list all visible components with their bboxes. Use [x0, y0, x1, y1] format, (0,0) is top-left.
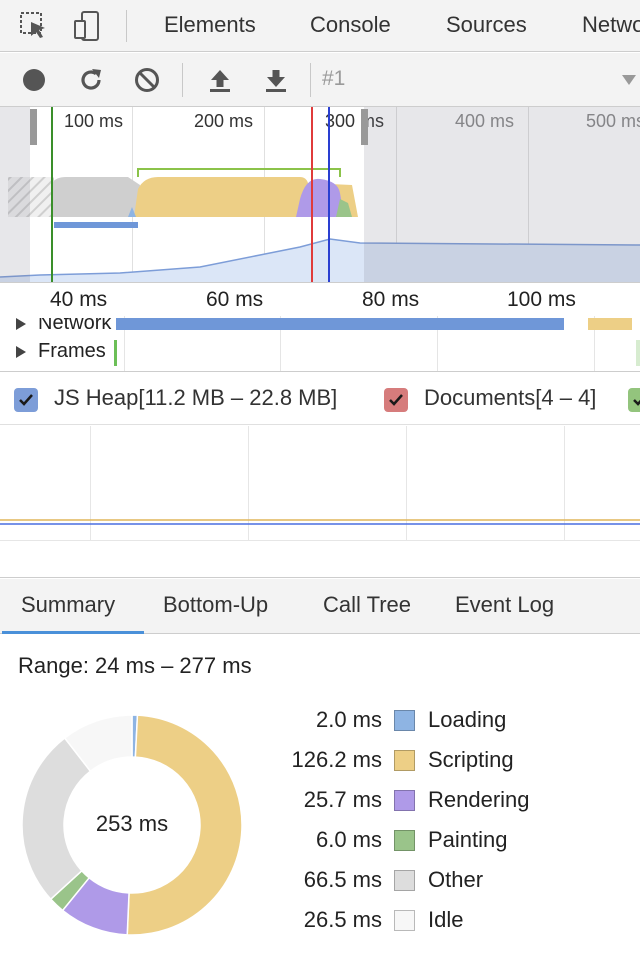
documents-checkbox[interactable]: [384, 388, 408, 412]
network-track-label[interactable]: Network: [16, 318, 111, 332]
tab-network[interactable]: Network: [582, 12, 640, 38]
tab-elements[interactable]: Elements: [164, 12, 256, 38]
overview-unselected-region: [364, 107, 640, 282]
range-label: Range: 24 ms – 277 ms: [18, 653, 252, 678]
legend-row-painting: 6.0 ms Painting: [0, 827, 640, 859]
details-tab-bar: Summary Bottom-Up Call Tree Event Log: [0, 579, 640, 634]
documents-label: Documents[4 – 4]: [424, 385, 597, 410]
save-profile-icon[interactable]: [262, 66, 290, 94]
legend-row-idle: 26.5 ms Idle: [0, 907, 640, 939]
network-request-bar[interactable]: [116, 318, 564, 330]
legend-row-rendering: 25.7 ms Rendering: [0, 787, 640, 819]
legend-value: 2.0 ms: [315, 707, 382, 732]
flame-tick-label: 80 ms: [362, 288, 420, 311]
legend-name: Other: [428, 867, 484, 892]
summary-panel: Range: 24 ms – 277 ms 253 ms 2.0 ms Load…: [0, 635, 640, 960]
legend-value: 6.0 ms: [315, 827, 382, 852]
nodes-checkbox[interactable]: [628, 388, 640, 412]
overview-window-handle-left[interactable]: [30, 109, 37, 145]
legend-swatch: [394, 710, 415, 731]
tab-bar-separator: [126, 10, 127, 42]
legend-name: Idle: [428, 907, 464, 932]
legend-swatch: [394, 750, 415, 771]
load-profile-icon[interactable]: [206, 66, 234, 94]
js-heap-label: JS Heap[11.2 MB – 22.8 MB]: [54, 385, 338, 410]
flame-chart[interactable]: 40 ms 60 ms 80 ms 100 ms Network Frames: [0, 284, 640, 372]
legend-row-scripting: 126.2 ms Scripting: [0, 747, 640, 779]
frames-track-label[interactable]: Frames: [16, 340, 106, 363]
frame-marker[interactable]: [114, 340, 117, 366]
expand-triangle-icon: [16, 318, 26, 330]
flame-tick-label: 100 ms: [507, 288, 576, 311]
expand-triangle-icon: [16, 345, 26, 358]
network-request-bar[interactable]: [588, 318, 632, 330]
tab-bottom-up[interactable]: Bottom-Up: [163, 592, 268, 618]
legend-name: Scripting: [428, 747, 514, 772]
flame-tick-label: 40 ms: [50, 288, 108, 311]
reload-icon[interactable]: [77, 66, 105, 94]
memory-graph: [0, 426, 640, 578]
legend-name: Rendering: [428, 787, 530, 812]
legend-swatch: [394, 910, 415, 931]
recording-select[interactable]: #1: [322, 67, 345, 91]
chevron-down-icon[interactable]: [622, 75, 636, 85]
tab-event-log[interactable]: Event Log: [455, 592, 554, 618]
performance-toolbar: #1: [0, 53, 640, 107]
record-icon[interactable]: [20, 66, 48, 94]
legend-name: Painting: [428, 827, 508, 852]
memory-lines: [0, 519, 640, 525]
inspect-element-icon[interactable]: [18, 10, 50, 42]
legend-value: 66.5 ms: [303, 867, 382, 892]
network-track[interactable]: Network: [0, 318, 640, 332]
clear-icon[interactable]: [133, 66, 161, 94]
legend-value: 25.7 ms: [303, 787, 382, 812]
js-heap-checkbox[interactable]: [14, 388, 38, 412]
legend-value: 126.2 ms: [291, 747, 383, 772]
overview-window-handle-right[interactable]: [361, 109, 368, 145]
legend-swatch: [394, 870, 415, 891]
tab-call-tree[interactable]: Call Tree: [323, 592, 411, 618]
legend-name: Loading: [428, 707, 507, 732]
legend-swatch: [394, 790, 415, 811]
legend-row-loading: 2.0 ms Loading: [0, 707, 640, 739]
tab-summary[interactable]: Summary: [21, 592, 115, 618]
legend-swatch: [394, 830, 415, 851]
active-tab-indicator: [2, 631, 144, 634]
legend-row-other: 66.5 ms Other: [0, 867, 640, 899]
frame-marker[interactable]: [636, 340, 640, 366]
flame-tick-label: 60 ms: [206, 288, 264, 311]
devtools-tab-bar: Elements Console Sources Network: [0, 0, 640, 52]
tab-console[interactable]: Console: [310, 12, 391, 38]
toolbar-separator: [310, 63, 311, 97]
overview-unselected-region: [0, 107, 30, 282]
device-toolbar-icon[interactable]: [72, 10, 104, 42]
memory-counters: JS Heap[11.2 MB – 22.8 MB] Documents[4 –…: [0, 373, 640, 425]
timeline-overview[interactable]: 100 ms 200 ms 300 ms 400 ms 500 ms: [0, 107, 640, 283]
toolbar-separator: [182, 63, 183, 97]
tab-sources[interactable]: Sources: [446, 12, 527, 38]
legend-value: 26.5 ms: [303, 907, 382, 932]
